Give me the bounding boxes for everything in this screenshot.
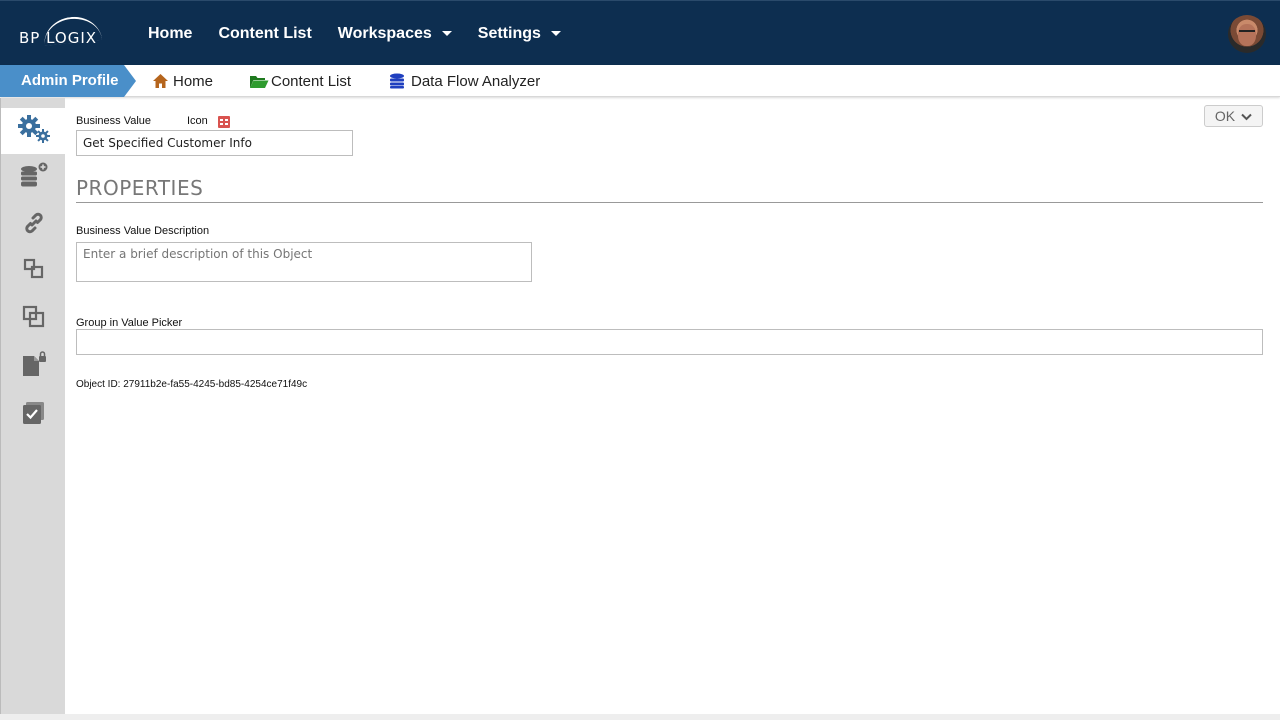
relationship-icon <box>22 257 46 286</box>
icon-picker-icon[interactable] <box>218 115 230 128</box>
avatar-glasses <box>1239 30 1255 34</box>
top-navigation-bar: BP LOGIX Home Content List Workspaces Se… <box>0 0 1280 65</box>
sidebar-item-copies[interactable] <box>1 296 66 342</box>
section-divider <box>76 202 1263 203</box>
breadcrumb-data-flow-analyzer-label: Data Flow Analyzer <box>411 72 541 90</box>
ok-button[interactable]: OK <box>1204 105 1263 127</box>
nav-home-label: Home <box>148 24 193 42</box>
breadcrumb-home[interactable]: Home <box>152 65 213 97</box>
avatar-face <box>1238 24 1256 46</box>
ok-button-label: OK <box>1214 108 1236 124</box>
nav-settings-label: Settings <box>477 24 541 42</box>
group-in-value-picker-label: Group in Value Picker <box>76 317 183 329</box>
user-avatar[interactable] <box>1228 15 1266 53</box>
breadcrumb-admin-profile-label: Admin Profile <box>21 72 119 89</box>
main-nav: Home Content List Workspaces Settings <box>148 1 587 66</box>
sidebar-item-relationships[interactable] <box>1 248 66 294</box>
sidebar-item-tasks[interactable] <box>1 392 66 438</box>
bplogix-logo[interactable]: BP LOGIX <box>19 14 109 47</box>
locked-document-icon <box>20 350 48 383</box>
sidebar-item-properties[interactable] <box>1 108 66 154</box>
caret-down-icon <box>550 31 561 36</box>
checked-box-icon <box>21 400 47 431</box>
sidebar-item-data-sources[interactable] <box>1 155 66 201</box>
logo-text: BP LOGIX <box>19 29 98 47</box>
main-content: Business Value Icon OK PROPERTIES Busine… <box>65 98 1280 714</box>
home-icon <box>152 73 169 89</box>
object-id-text: Object ID: 27911b2e-fa55-4245-bd85-4254c… <box>76 379 308 390</box>
properties-section-title: PROPERTIES <box>76 176 204 200</box>
nav-workspaces-label: Workspaces <box>337 24 432 42</box>
folder-open-icon <box>249 74 269 89</box>
business-value-label: Business Value <box>76 115 152 127</box>
breadcrumb-admin-profile[interactable]: Admin Profile <box>0 65 136 97</box>
link-icon <box>22 211 46 240</box>
database-add-icon <box>19 162 49 195</box>
breadcrumb-home-label: Home <box>173 72 214 90</box>
chevron-down-icon <box>1241 108 1252 124</box>
caret-down-icon <box>441 31 452 36</box>
icon-label: Icon <box>187 115 208 127</box>
nav-home[interactable]: Home <box>148 25 192 43</box>
breadcrumb-content-list-label: Content List <box>271 72 352 90</box>
nav-settings[interactable]: Settings <box>478 25 561 43</box>
nav-content-list[interactable]: Content List <box>218 25 311 43</box>
database-icon <box>389 73 405 89</box>
breadcrumb-data-flow-analyzer[interactable]: Data Flow Analyzer <box>389 65 540 97</box>
copy-icon <box>21 304 47 335</box>
bottom-strip <box>0 714 1280 720</box>
nav-content-list-label: Content List <box>218 24 312 42</box>
sidebar-item-links[interactable] <box>1 202 66 248</box>
description-textarea[interactable] <box>76 242 532 282</box>
business-value-input[interactable] <box>76 130 353 156</box>
description-label: Business Value Description <box>76 225 210 237</box>
group-in-value-picker-input[interactable] <box>76 329 1263 355</box>
nav-workspaces[interactable]: Workspaces <box>338 25 452 43</box>
sidebar-item-permissions[interactable] <box>1 343 66 389</box>
gears-icon <box>17 114 51 149</box>
breadcrumb-bar: Admin Profile Home Content List Data Flo… <box>0 65 1280 97</box>
left-sidebar <box>0 98 66 714</box>
breadcrumb-content-list[interactable]: Content List <box>249 65 351 97</box>
